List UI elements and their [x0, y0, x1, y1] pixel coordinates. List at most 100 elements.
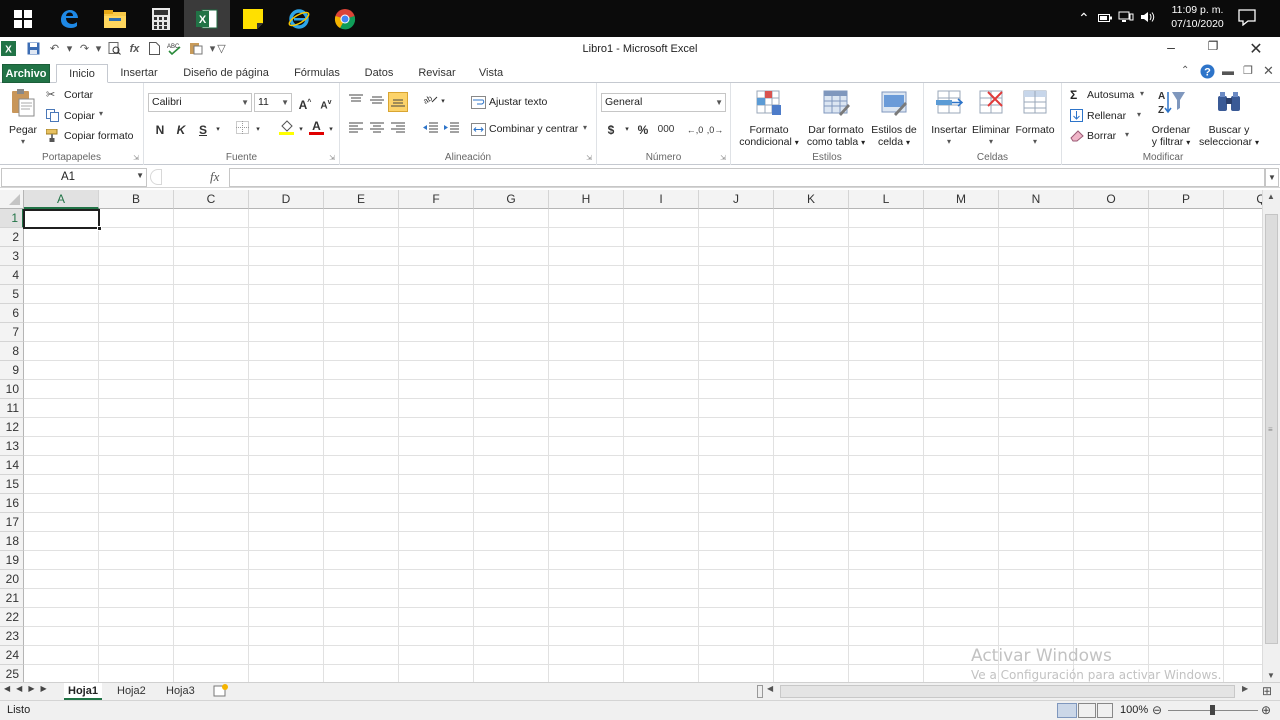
paste-dropdown-icon[interactable]: ▾ [4, 136, 42, 148]
insert-function-button[interactable]: fx [210, 169, 219, 185]
font-color-dropdown-icon[interactable]: ▾ [321, 120, 341, 140]
row-header-8[interactable]: 8 [0, 342, 24, 361]
row-header-25[interactable]: 25 [0, 665, 24, 682]
tab-vista[interactable]: Vista [471, 64, 511, 83]
scroll-left-icon[interactable]: ◀ [767, 684, 773, 693]
last-sheet-icon[interactable]: ▶ [40, 684, 52, 693]
row-header-3[interactable]: 3 [0, 247, 24, 266]
column-header-g[interactable]: G [474, 190, 549, 209]
help-icon[interactable]: ? [1200, 64, 1215, 82]
align-top-icon[interactable] [346, 92, 366, 112]
number-format-combo[interactable]: General ▼ [601, 93, 726, 112]
volume-icon[interactable] [1140, 11, 1156, 26]
next-sheet-icon[interactable]: ▶ [28, 684, 40, 693]
row-header-18[interactable]: 18 [0, 532, 24, 551]
fill-handle[interactable] [97, 226, 102, 231]
row-header-7[interactable]: 7 [0, 323, 24, 342]
active-cell[interactable] [23, 209, 102, 231]
column-header-o[interactable]: O [1074, 190, 1149, 209]
row-header-6[interactable]: 6 [0, 304, 24, 323]
edge-icon[interactable] [46, 0, 92, 37]
column-header-k[interactable]: K [774, 190, 849, 209]
row-header-5[interactable]: 5 [0, 285, 24, 304]
tab-formulas[interactable]: Fórmulas [285, 64, 349, 83]
italic-button[interactable]: K [171, 120, 191, 140]
align-center-icon[interactable] [367, 120, 387, 140]
chevron-up-icon[interactable]: ⌃ [1078, 10, 1090, 27]
add-sheet-icon[interactable]: ⊞ [1262, 684, 1272, 698]
file-explorer-icon[interactable] [92, 0, 138, 37]
row-header-1[interactable]: 1 [0, 209, 24, 228]
row-header-22[interactable]: 22 [0, 608, 24, 627]
row-header-11[interactable]: 11 [0, 399, 24, 418]
align-right-icon[interactable] [388, 120, 408, 140]
column-header-b[interactable]: B [99, 190, 174, 209]
paste-button[interactable]: Pegar ▾ [4, 88, 42, 148]
expand-formula-bar-icon[interactable]: ▼ [1265, 168, 1279, 187]
scroll-down-icon[interactable]: ▼ [1267, 671, 1275, 680]
row-header-9[interactable]: 9 [0, 361, 24, 380]
column-header-i[interactable]: I [624, 190, 699, 209]
internet-explorer-icon[interactable] [276, 0, 322, 37]
tab-split-handle[interactable] [757, 685, 763, 698]
row-header-17[interactable]: 17 [0, 513, 24, 532]
prev-sheet-icon[interactable]: ◀ [16, 684, 28, 693]
page-layout-view-icon[interactable] [1078, 703, 1096, 718]
number-launcher-icon[interactable]: ⇲ [720, 154, 726, 162]
underline-dropdown-icon[interactable]: ▾ [208, 120, 228, 140]
column-header-l[interactable]: L [849, 190, 924, 209]
copy-button[interactable]: Copiar ▾ [46, 109, 103, 125]
column-header-a[interactable]: A [24, 190, 99, 209]
insert-sheet-icon[interactable] [213, 684, 229, 701]
row-header-24[interactable]: 24 [0, 646, 24, 665]
row-header-14[interactable]: 14 [0, 456, 24, 475]
column-header-h[interactable]: H [549, 190, 624, 209]
row-header-12[interactable]: 12 [0, 418, 24, 437]
autosum-dropdown-icon[interactable]: ▾ [1140, 89, 1144, 98]
sheet-tab-hoja1[interactable]: Hoja1 [64, 683, 102, 700]
wrap-text-button[interactable]: Ajustar texto [471, 96, 547, 112]
percent-button[interactable]: % [633, 120, 653, 140]
format-cells-dropdown-icon[interactable]: ▾ [1013, 136, 1057, 148]
column-header-j[interactable]: J [699, 190, 774, 209]
align-middle-icon[interactable] [367, 92, 387, 112]
row-header-10[interactable]: 10 [0, 380, 24, 399]
cut-button[interactable]: ✂ Cortar [46, 88, 93, 101]
column-header-n[interactable]: N [999, 190, 1074, 209]
vertical-scroll-thumb[interactable]: ≡ [1265, 214, 1278, 644]
conditional-format-button[interactable]: Formato condicional ▾ [735, 88, 803, 149]
column-header-c[interactable]: C [174, 190, 249, 209]
merge-center-button[interactable]: Combinar y centrar ▾ [471, 123, 587, 139]
close-button[interactable]: ✕ [1236, 39, 1276, 59]
chrome-icon[interactable] [322, 0, 368, 37]
tab-diseno-de-pagina[interactable]: Diseño de página [176, 64, 276, 83]
select-all-corner[interactable] [0, 190, 24, 209]
insert-cells-button[interactable]: Insertar ▾ [928, 88, 970, 148]
fill-button[interactable]: Rellenar ▾ [1070, 109, 1141, 125]
increase-indent-icon[interactable] [441, 120, 461, 140]
minimize-ribbon-icon[interactable]: ⌃ [1181, 65, 1189, 76]
first-sheet-icon[interactable]: ◀ [4, 684, 16, 693]
sheet-tab-hoja3[interactable]: Hoja3 [162, 683, 199, 700]
restore-button[interactable]: ❐ [1193, 39, 1233, 59]
align-bottom-icon[interactable] [388, 92, 408, 112]
font-launcher-icon[interactable]: ⇲ [329, 154, 335, 162]
sticky-notes-icon[interactable] [230, 0, 276, 37]
workbook-minimize-button[interactable]: ▬ [1222, 64, 1234, 78]
row-header-21[interactable]: 21 [0, 589, 24, 608]
row-header-20[interactable]: 20 [0, 570, 24, 589]
autosum-button[interactable]: Σ Autosuma ▾ [1070, 88, 1144, 102]
normal-view-icon[interactable] [1057, 703, 1077, 718]
align-left-icon[interactable] [346, 120, 366, 140]
column-header-f[interactable]: F [399, 190, 474, 209]
delete-cells-dropdown-icon[interactable]: ▾ [970, 136, 1012, 148]
row-header-2[interactable]: 2 [0, 228, 24, 247]
sheet-tab-hoja2[interactable]: Hoja2 [113, 683, 150, 700]
calculator-icon[interactable] [138, 0, 184, 37]
decrease-indent-icon[interactable] [420, 120, 440, 140]
formula-input[interactable] [229, 168, 1265, 187]
formula-bar-splitter[interactable] [150, 169, 162, 185]
cell-styles-button[interactable]: Estilos de celda ▾ [869, 88, 919, 149]
decrease-font-icon[interactable]: Av [316, 93, 336, 113]
row-header-16[interactable]: 16 [0, 494, 24, 513]
